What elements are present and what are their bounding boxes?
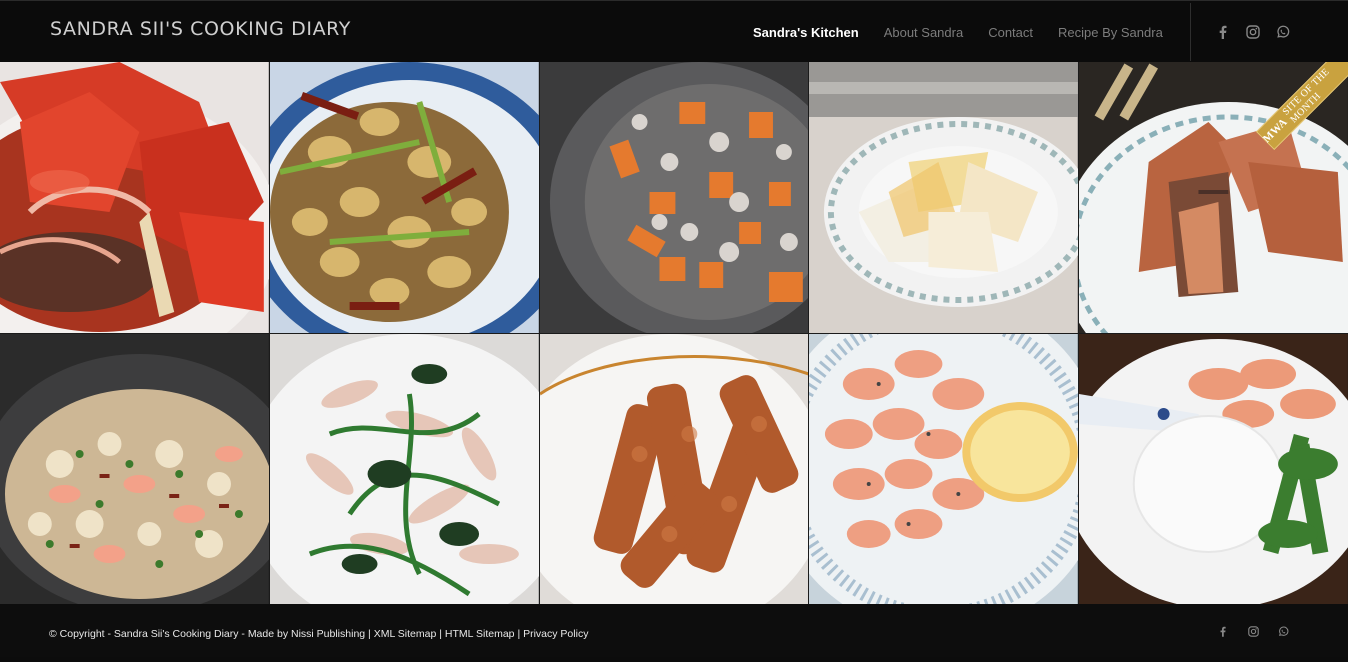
food-photo bbox=[1079, 334, 1348, 605]
main-nav: Sandra's Kitchen About Sandra Contact Re… bbox=[740, 1, 1175, 63]
header-social-links bbox=[1214, 1, 1304, 63]
footer-social-links bbox=[1216, 600, 1306, 662]
food-photo bbox=[0, 334, 269, 605]
privacy-policy-link[interactable]: Privacy Policy bbox=[523, 628, 588, 640]
nav-item-contact[interactable]: Contact bbox=[988, 25, 1033, 40]
footer-separator: | bbox=[436, 628, 445, 640]
html-sitemap-link[interactable]: HTML Sitemap bbox=[445, 628, 515, 640]
whatsapp-icon[interactable] bbox=[1276, 622, 1290, 640]
gallery-photo-5[interactable]: MWA SITE OF THE MONTH bbox=[1079, 62, 1348, 333]
header-divider bbox=[1190, 3, 1191, 61]
site-footer: © Copyright - Sandra Sii's Cooking Diary… bbox=[0, 604, 1348, 657]
facebook-icon[interactable] bbox=[1214, 23, 1232, 41]
photo-gallery: MWA SITE OF THE MONTH bbox=[0, 62, 1348, 605]
footer-separator: | bbox=[514, 628, 524, 640]
food-photo bbox=[269, 334, 539, 605]
food-photo bbox=[269, 62, 539, 333]
food-photo bbox=[809, 62, 1079, 333]
nav-item-about-sandra[interactable]: About Sandra bbox=[884, 25, 964, 40]
site-logo[interactable]: SANDRA SII'S COOKING DIARY bbox=[50, 18, 351, 40]
instagram-icon[interactable] bbox=[1246, 622, 1260, 640]
nav-item-sandras-kitchen[interactable]: Sandra's Kitchen bbox=[753, 25, 859, 40]
gallery-photo-8[interactable] bbox=[539, 334, 809, 605]
whatsapp-icon[interactable] bbox=[1274, 23, 1292, 41]
gallery-photo-9[interactable] bbox=[809, 334, 1079, 605]
instagram-icon[interactable] bbox=[1244, 23, 1262, 41]
gallery-photo-1[interactable] bbox=[0, 62, 269, 333]
food-photo bbox=[539, 62, 809, 333]
gallery-photo-10[interactable] bbox=[1079, 334, 1348, 605]
facebook-icon[interactable] bbox=[1216, 622, 1230, 640]
footer-copyright-line: © Copyright - Sandra Sii's Cooking Diary… bbox=[49, 628, 588, 640]
nav-item-recipe-by-sandra[interactable]: Recipe By Sandra bbox=[1058, 25, 1163, 40]
gallery-photo-7[interactable] bbox=[269, 334, 539, 605]
food-photo bbox=[0, 62, 269, 333]
gallery-photo-3[interactable] bbox=[539, 62, 809, 333]
footer-separator: | bbox=[365, 628, 374, 640]
gallery-photo-2[interactable] bbox=[269, 62, 539, 333]
site-header: SANDRA SII'S COOKING DIARY Sandra's Kitc… bbox=[0, 0, 1348, 62]
gallery-photo-6[interactable] bbox=[0, 334, 269, 605]
xml-sitemap-link[interactable]: XML Sitemap bbox=[374, 628, 437, 640]
food-photo bbox=[809, 334, 1079, 605]
gallery-photo-4[interactable] bbox=[809, 62, 1079, 333]
food-photo bbox=[539, 334, 809, 605]
copyright-text: © Copyright - Sandra Sii's Cooking Diary… bbox=[49, 628, 366, 640]
